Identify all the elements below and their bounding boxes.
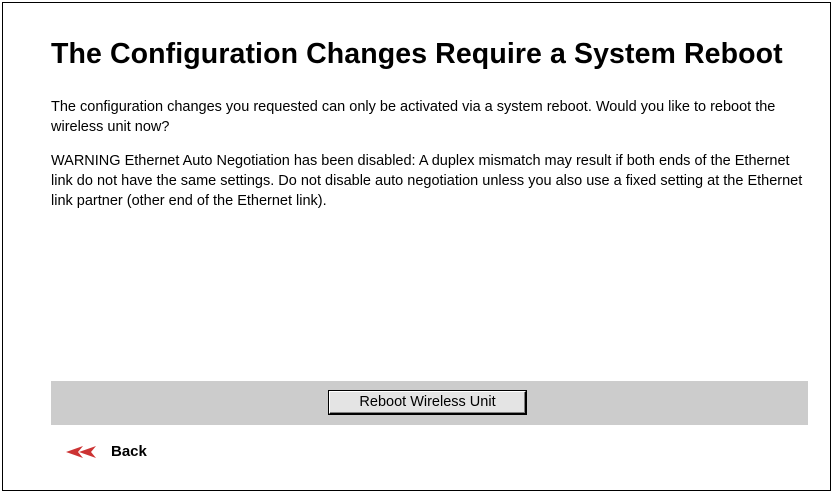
page-title: The Configuration Changes Require a Syst…: [51, 38, 783, 70]
button-bar: Reboot Wireless Unit: [51, 381, 808, 425]
reboot-message: The configuration changes you requested …: [51, 99, 776, 135]
reboot-wireless-unit-button[interactable]: Reboot Wireless Unit: [329, 391, 526, 414]
back-label: Back: [111, 443, 147, 460]
back-link[interactable]: Back: [66, 442, 147, 462]
warning-message: WARNING Ethernet Auto Negotiation has be…: [51, 153, 803, 209]
main-content: The Configuration Changes Require a Syst…: [51, 34, 811, 211]
double-left-arrow-icon: [66, 445, 100, 459]
